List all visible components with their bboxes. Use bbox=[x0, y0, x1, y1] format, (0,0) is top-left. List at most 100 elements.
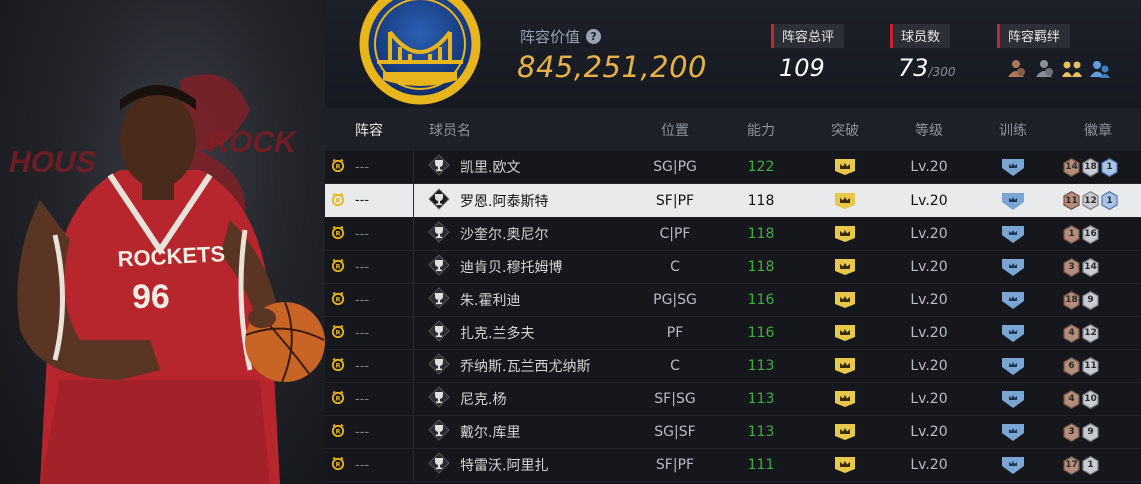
bond-bronze-icon[interactable] bbox=[1005, 57, 1027, 79]
column-header-ability[interactable]: 能力 bbox=[719, 120, 803, 140]
player-name-cell[interactable]: 特雷沃.阿里扎 bbox=[413, 449, 631, 481]
table-row[interactable]: R --- 戴尔.库里 SG|SF 113 Lv.20 39 bbox=[325, 416, 1141, 449]
badge-silver-icon[interactable]: 16 bbox=[1082, 224, 1099, 244]
badge-silver-icon[interactable]: 9 bbox=[1082, 290, 1099, 310]
column-header-level[interactable]: 等级 bbox=[887, 120, 971, 140]
table-row[interactable]: R --- 特雷沃.阿里扎 SF|PF 111 Lv.20 17 1 bbox=[325, 449, 1141, 482]
breakthrough-crown-icon[interactable] bbox=[803, 324, 887, 342]
lineup-cell[interactable]: R --- bbox=[325, 390, 413, 408]
player-name-cell[interactable]: 乔纳斯.瓦兰西尤纳斯 bbox=[413, 350, 631, 382]
table-row[interactable]: R --- 尼克.杨 SF|SG 113 Lv.20 4 10 bbox=[325, 383, 1141, 416]
column-header-lineup[interactable]: 阵容 bbox=[325, 120, 413, 140]
lineup-cell[interactable]: R --- bbox=[325, 357, 413, 375]
badge-silver-icon[interactable]: 18 bbox=[1082, 157, 1099, 177]
training-shield-icon[interactable] bbox=[971, 323, 1055, 343]
lineup-cell[interactable]: R --- bbox=[325, 456, 413, 474]
lineup-cell[interactable]: R --- bbox=[325, 258, 413, 276]
badge-silver-icon[interactable]: 1 bbox=[1082, 455, 1099, 475]
badge-silver-icon[interactable]: 12 bbox=[1082, 191, 1099, 210]
table-row[interactable]: R --- 罗恩.阿泰斯特 SF|PF 118 Lv.20 11 12 1 bbox=[325, 184, 1141, 218]
lineup-alarm-icon[interactable]: R bbox=[331, 390, 345, 408]
player-name-cell[interactable]: 沙奎尔.奥尼尔 bbox=[413, 218, 631, 250]
badge-cell[interactable]: 39 bbox=[1055, 422, 1141, 442]
table-row[interactable]: R --- 沙奎尔.奥尼尔 C|PF 118 Lv.20 1 16 bbox=[325, 218, 1141, 251]
badge-silver-icon[interactable]: 10 bbox=[1082, 389, 1099, 409]
player-name-cell[interactable]: 扎克.兰多夫 bbox=[413, 317, 631, 349]
breakthrough-crown-icon[interactable] bbox=[803, 192, 887, 210]
breakthrough-crown-icon[interactable] bbox=[803, 456, 887, 474]
player-name-cell[interactable]: 朱.霍利迪 bbox=[413, 284, 631, 316]
lineup-cell[interactable]: R --- bbox=[325, 291, 413, 309]
lineup-cell[interactable]: R --- bbox=[325, 225, 413, 243]
badge-cell[interactable]: 4 12 bbox=[1055, 323, 1141, 343]
player-name-cell[interactable]: 凯里.欧文 bbox=[413, 151, 631, 183]
lineup-alarm-icon[interactable]: R bbox=[331, 258, 345, 276]
lineup-alarm-icon[interactable]: R bbox=[331, 423, 345, 441]
badge-cell[interactable]: 6 11 bbox=[1055, 356, 1141, 376]
badge-bronze-icon[interactable]: 3 bbox=[1063, 257, 1080, 277]
badge-bronze-icon[interactable]: 11 bbox=[1063, 191, 1080, 210]
player-name-cell[interactable]: 戴尔.库里 bbox=[413, 416, 631, 448]
player-name-cell[interactable]: 罗恩.阿泰斯特 bbox=[413, 184, 631, 217]
column-header-position[interactable]: 位置 bbox=[631, 120, 719, 140]
bond-blue-icon[interactable] bbox=[1089, 57, 1111, 79]
badge-silver-icon[interactable]: 14 bbox=[1082, 257, 1099, 277]
badge-blue-icon[interactable]: 1 bbox=[1101, 191, 1118, 210]
player-name-cell[interactable]: 尼克.杨 bbox=[413, 383, 631, 415]
bond-silver-icon[interactable] bbox=[1033, 57, 1055, 79]
lineup-alarm-icon[interactable]: R bbox=[331, 225, 345, 243]
badge-cell[interactable]: 18 9 bbox=[1055, 290, 1141, 310]
breakthrough-crown-icon[interactable] bbox=[803, 423, 887, 441]
breakthrough-crown-icon[interactable] bbox=[803, 258, 887, 276]
lineup-alarm-icon[interactable]: R bbox=[331, 192, 345, 210]
training-shield-icon[interactable] bbox=[971, 422, 1055, 442]
badge-cell[interactable]: 11 12 1 bbox=[1055, 191, 1141, 210]
training-shield-icon[interactable] bbox=[971, 224, 1055, 244]
training-shield-icon[interactable] bbox=[971, 191, 1055, 211]
table-row[interactable]: R --- 扎克.兰多夫 PF 116 Lv.20 4 12 bbox=[325, 317, 1141, 350]
lineup-alarm-icon[interactable]: R bbox=[331, 158, 345, 176]
breakthrough-crown-icon[interactable] bbox=[803, 158, 887, 176]
training-shield-icon[interactable] bbox=[971, 257, 1055, 277]
badge-bronze-icon[interactable]: 6 bbox=[1063, 356, 1080, 376]
lineup-cell[interactable]: R --- bbox=[325, 423, 413, 441]
breakthrough-crown-icon[interactable] bbox=[803, 390, 887, 408]
training-shield-icon[interactable] bbox=[971, 455, 1055, 475]
badge-bronze-icon[interactable]: 4 bbox=[1063, 323, 1080, 343]
badge-silver-icon[interactable]: 9 bbox=[1082, 422, 1099, 442]
badge-bronze-icon[interactable]: 17 bbox=[1063, 455, 1080, 475]
lineup-alarm-icon[interactable]: R bbox=[331, 291, 345, 309]
breakthrough-crown-icon[interactable] bbox=[803, 357, 887, 375]
lineup-alarm-icon[interactable]: R bbox=[331, 456, 345, 474]
badge-bronze-icon[interactable]: 1 bbox=[1063, 224, 1080, 244]
badge-bronze-icon[interactable]: 4 bbox=[1063, 389, 1080, 409]
table-row[interactable]: R --- 迪肯贝.穆托姆博 C 118 Lv.20 3 14 bbox=[325, 251, 1141, 284]
lineup-alarm-icon[interactable]: R bbox=[331, 357, 345, 375]
table-row[interactable]: R --- 凯里.欧文 SG|PG 122 Lv.20 14 18 1 bbox=[325, 151, 1141, 184]
column-header-name[interactable]: 球员名 bbox=[413, 120, 631, 140]
badge-bronze-icon[interactable]: 14 bbox=[1063, 157, 1080, 177]
training-shield-icon[interactable] bbox=[971, 356, 1055, 376]
table-row[interactable]: R --- 乔纳斯.瓦兰西尤纳斯 C 113 Lv.20 6 11 bbox=[325, 350, 1141, 383]
lineup-cell[interactable]: R --- bbox=[325, 192, 413, 210]
training-shield-icon[interactable] bbox=[971, 290, 1055, 310]
breakthrough-crown-icon[interactable] bbox=[803, 225, 887, 243]
badge-silver-icon[interactable]: 11 bbox=[1082, 356, 1099, 376]
badge-cell[interactable]: 17 1 bbox=[1055, 455, 1141, 475]
table-row[interactable]: R --- 朱.霍利迪 PG|SG 116 Lv.20 18 9 bbox=[325, 284, 1141, 317]
badge-cell[interactable]: 4 10 bbox=[1055, 389, 1141, 409]
column-header-badges[interactable]: 徽章 bbox=[1055, 120, 1141, 140]
lineup-cell[interactable]: R --- bbox=[325, 324, 413, 342]
badge-cell[interactable]: 3 14 bbox=[1055, 257, 1141, 277]
badge-cell[interactable]: 1 16 bbox=[1055, 224, 1141, 244]
badge-bronze-icon[interactable]: 3 bbox=[1063, 422, 1080, 442]
training-shield-icon[interactable] bbox=[971, 157, 1055, 177]
badge-bronze-icon[interactable]: 18 bbox=[1063, 290, 1080, 310]
breakthrough-crown-icon[interactable] bbox=[803, 291, 887, 309]
bond-icons[interactable] bbox=[1005, 57, 1111, 79]
badge-cell[interactable]: 14 18 1 bbox=[1055, 157, 1141, 177]
lineup-cell[interactable]: R --- bbox=[325, 158, 413, 176]
column-header-breakthrough[interactable]: 突破 bbox=[803, 120, 887, 140]
column-header-training[interactable]: 训练 bbox=[971, 120, 1055, 140]
player-name-cell[interactable]: 迪肯贝.穆托姆博 bbox=[413, 251, 631, 283]
